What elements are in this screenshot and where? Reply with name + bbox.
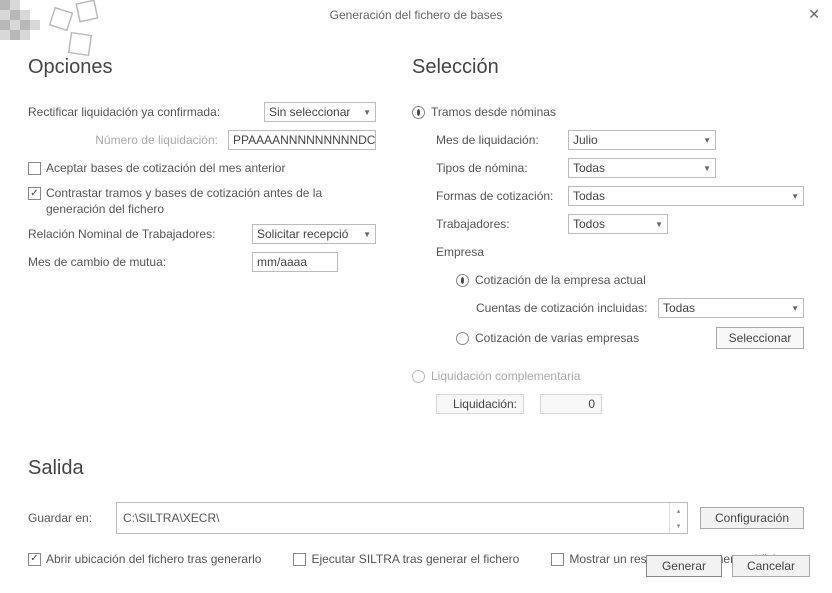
aceptar-bases-label: Aceptar bases de cotización del mes ante… <box>46 161 285 175</box>
rectificar-value: Sin seleccionar <box>269 105 350 119</box>
cuentas-value: Todas <box>663 301 695 315</box>
tramos-radio[interactable] <box>412 106 425 119</box>
empresa-label: Empresa <box>436 245 484 259</box>
mostrar-resumen-checkbox[interactable] <box>551 553 564 566</box>
cot-varias-label: Cotización de varias empresas <box>475 331 716 345</box>
chevron-down-icon: ▼ <box>703 136 711 145</box>
chevron-down-icon: ▼ <box>791 304 799 313</box>
configuracion-button[interactable]: Configuración <box>700 507 804 529</box>
liquidacion-label: Liquidación: <box>453 397 517 411</box>
chevron-down-icon: ▼ <box>655 220 663 229</box>
cancelar-button[interactable]: Cancelar <box>732 555 810 577</box>
ejecutar-siltra-checkbox[interactable] <box>293 553 306 566</box>
num-liquidacion-input[interactable]: PPAAAANNNNNNNNNDC <box>228 130 376 150</box>
num-liquidacion-placeholder: PPAAAANNNNNNNNNDC <box>233 133 375 147</box>
rnt-label: Relación Nominal de Trabajadores: <box>28 227 252 241</box>
rnt-value: Solicitar recepció <box>257 227 348 241</box>
cot-varias-radio[interactable] <box>456 332 469 345</box>
num-liquidacion-label: Número de liquidación: <box>28 133 228 147</box>
cuentas-label: Cuentas de cotización incluidas: <box>476 301 658 315</box>
seleccionar-label: Seleccionar <box>729 331 792 345</box>
liq-comp-label: Liquidación complementaria <box>431 369 580 383</box>
formas-select[interactable]: Todas ▼ <box>568 186 804 206</box>
close-icon[interactable]: ✕ <box>808 6 820 23</box>
trab-select[interactable]: Todos ▼ <box>568 214 668 234</box>
rnt-select[interactable]: Solicitar recepció ▼ <box>252 224 376 244</box>
tipos-select[interactable]: Todas ▼ <box>568 158 716 178</box>
liquidacion-value: 0 <box>588 397 595 411</box>
guardar-input[interactable]: C:\SILTRA\XECR\ ▴ ▾ <box>116 502 688 534</box>
generar-button[interactable]: Generar <box>646 555 722 577</box>
chevron-down-icon: ▼ <box>363 108 371 117</box>
ejecutar-siltra-label: Ejecutar SILTRA tras generar el fichero <box>311 552 519 566</box>
abrir-ubicacion-label: Abrir ubicación del fichero tras generar… <box>46 552 261 566</box>
window-title: Generación del fichero de bases <box>330 8 503 22</box>
trab-value: Todos <box>573 217 605 231</box>
rectificar-label: Rectificar liquidación ya confirmada: <box>28 105 264 119</box>
spin-up-icon[interactable]: ▴ <box>670 503 687 518</box>
trab-label: Trabajadores: <box>436 217 568 231</box>
formas-value: Todas <box>573 189 605 203</box>
spin-down-icon[interactable]: ▾ <box>670 518 687 533</box>
rectificar-select[interactable]: Sin seleccionar ▼ <box>264 102 376 122</box>
liquidacion-label-box: Liquidación: <box>436 394 524 414</box>
opciones-heading: Opciones <box>28 56 376 79</box>
cot-actual-radio[interactable] <box>456 274 469 287</box>
formas-label: Formas de cotización: <box>436 189 568 203</box>
mes-liq-label: Mes de liquidación: <box>436 133 568 147</box>
cancelar-label: Cancelar <box>747 559 795 573</box>
abrir-ubicacion-checkbox[interactable] <box>28 553 41 566</box>
contrastar-checkbox[interactable] <box>28 187 41 200</box>
liq-comp-radio[interactable] <box>412 370 425 383</box>
guardar-value: C:\SILTRA\XECR\ <box>117 503 669 533</box>
mes-mutua-placeholder: mm/aaaa <box>257 255 307 269</box>
cot-actual-label: Cotización de la empresa actual <box>475 273 646 287</box>
salida-heading: Salida <box>28 457 804 480</box>
mes-mutua-label: Mes de cambio de mutua: <box>28 255 252 269</box>
mes-liq-select[interactable]: Julio ▼ <box>568 130 716 150</box>
mes-liq-value: Julio <box>573 133 598 147</box>
chevron-down-icon: ▼ <box>791 192 799 201</box>
guardar-label: Guardar en: <box>28 511 104 525</box>
tipos-value: Todas <box>573 161 605 175</box>
contrastar-label: Contrastar tramos y bases de cotización … <box>46 185 356 217</box>
seleccion-heading: Selección <box>412 56 804 79</box>
chevron-down-icon: ▼ <box>363 230 371 239</box>
generar-label: Generar <box>662 559 706 573</box>
configuracion-label: Configuración <box>715 511 789 525</box>
aceptar-bases-checkbox[interactable] <box>28 162 41 175</box>
liquidacion-value-box: 0 <box>540 394 602 414</box>
chevron-down-icon: ▼ <box>703 164 711 173</box>
seleccionar-button[interactable]: Seleccionar <box>716 327 804 349</box>
tramos-label: Tramos desde nóminas <box>431 105 556 119</box>
tipos-label: Tipos de nómina: <box>436 161 568 175</box>
cuentas-select[interactable]: Todas ▼ <box>658 298 804 318</box>
mes-mutua-input[interactable]: mm/aaaa <box>252 252 338 272</box>
